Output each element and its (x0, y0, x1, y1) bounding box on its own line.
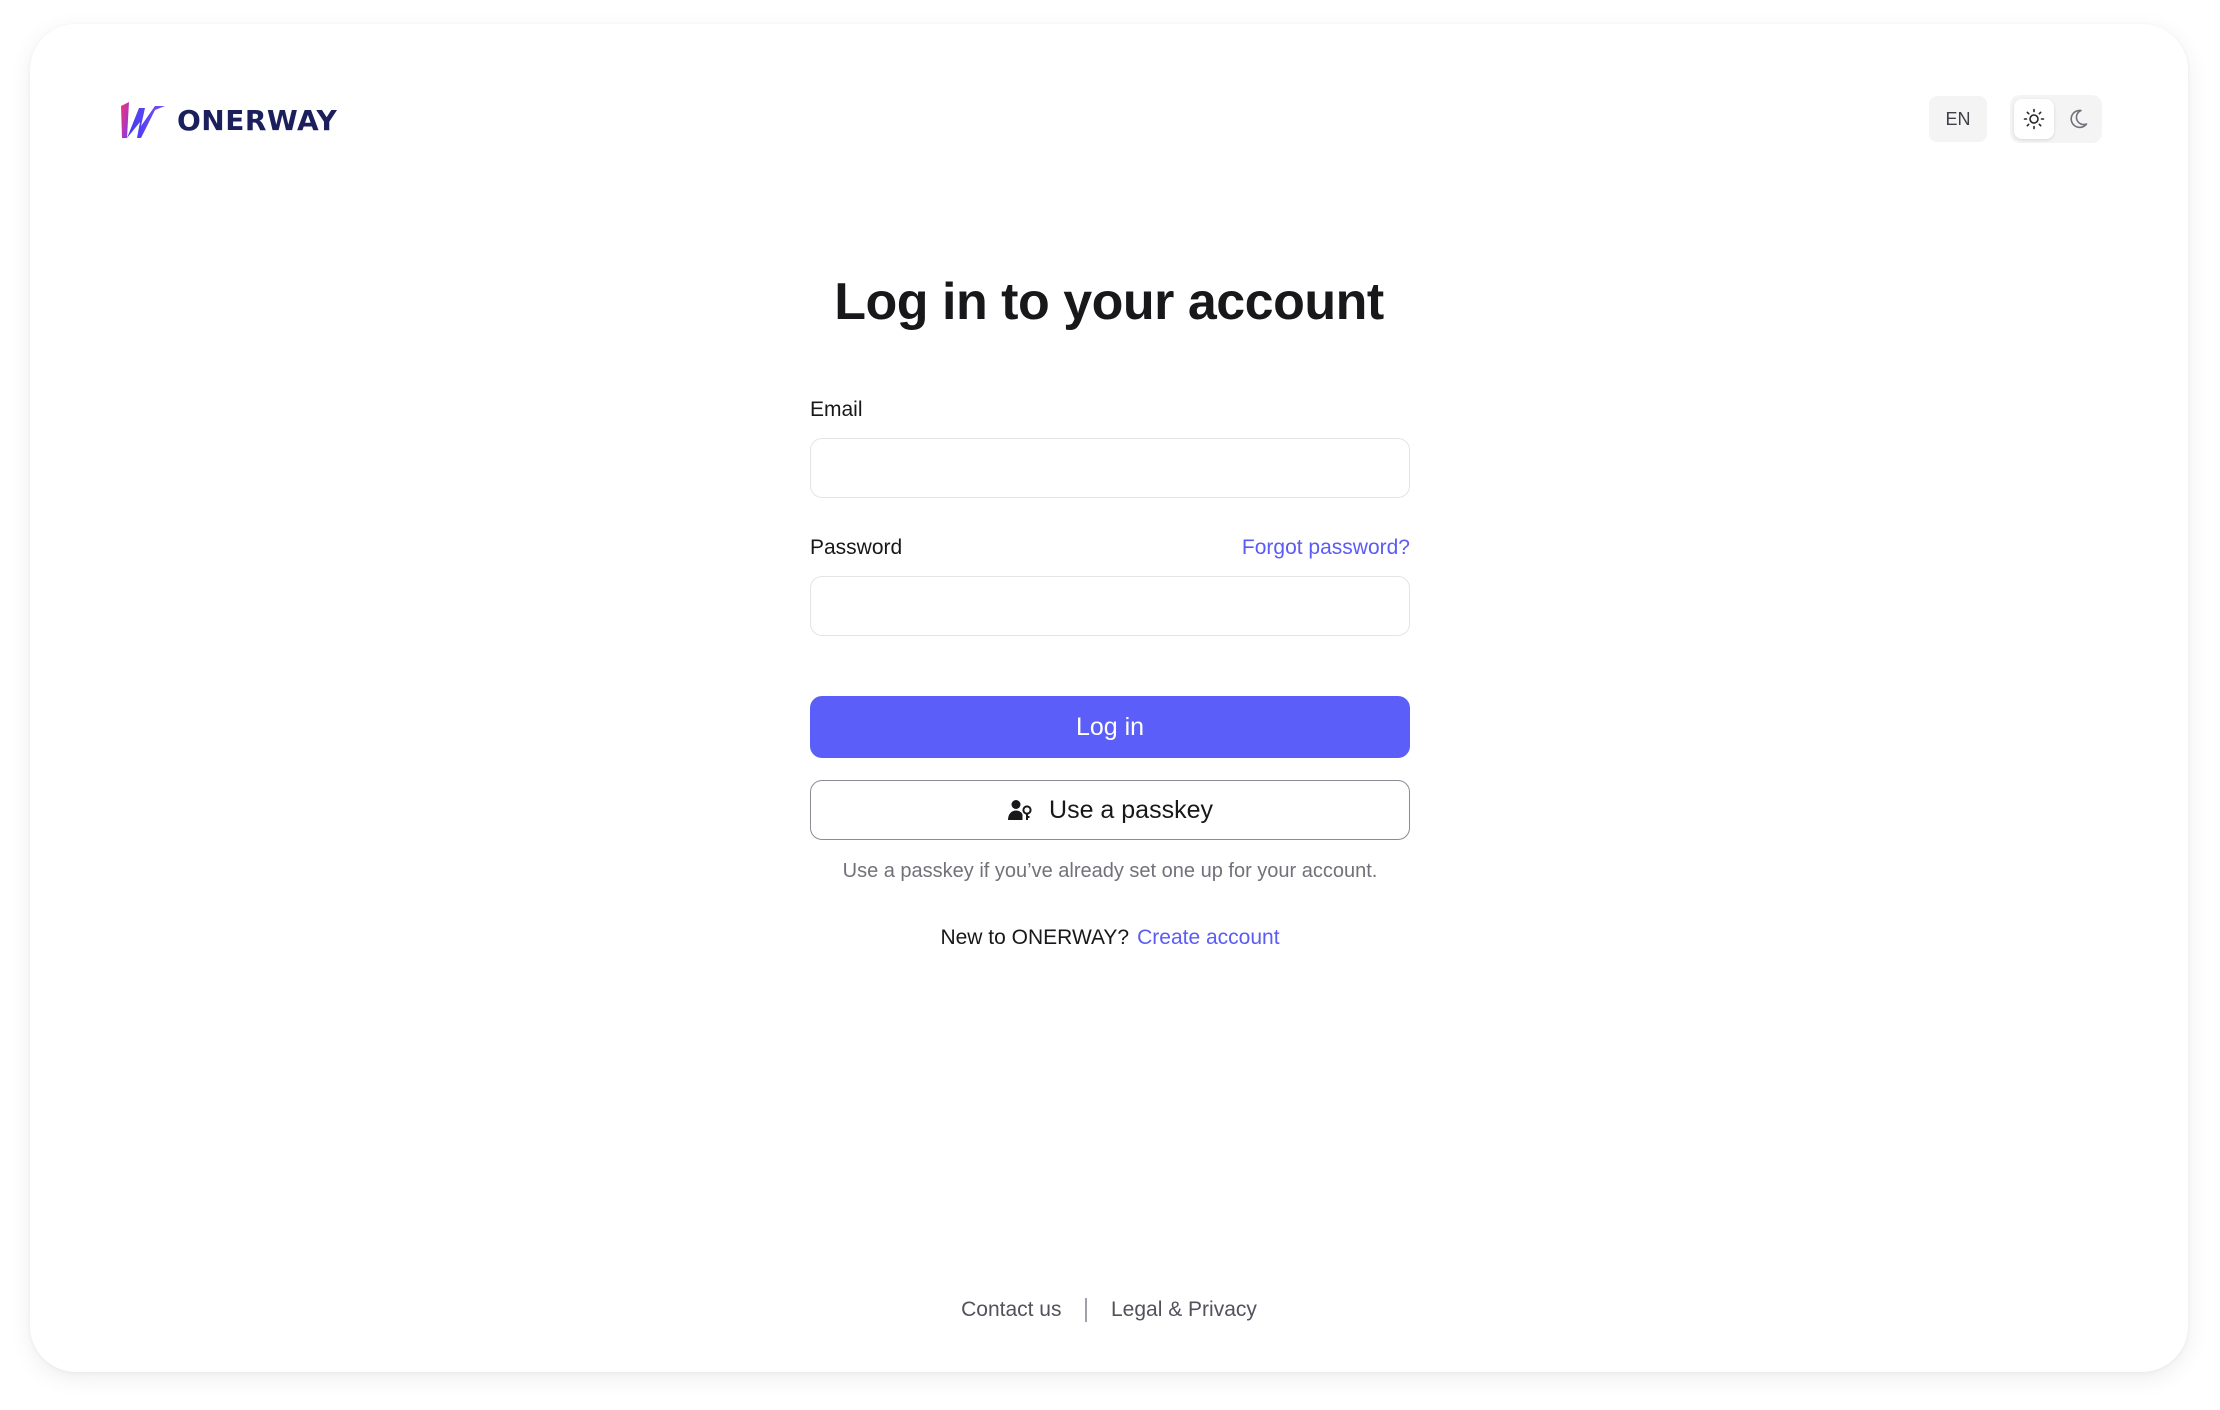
password-input[interactable] (810, 576, 1410, 636)
logo-mark-icon (121, 102, 165, 138)
password-label: Password (810, 536, 903, 559)
footer-divider (1085, 1298, 1087, 1322)
user-key-icon (1008, 800, 1032, 820)
language-button[interactable]: EN (1929, 96, 1987, 142)
email-label: Email (810, 398, 863, 421)
theme-toggle[interactable] (2010, 95, 2102, 143)
legal-privacy-link[interactable]: Legal & Privacy (1111, 1298, 1257, 1322)
login-window: ONERWAY EN Log in to your account Email … (30, 24, 2188, 1372)
contact-us-link[interactable]: Contact us (961, 1298, 1061, 1322)
signup-row: New to ONERWAY? Create account (810, 926, 1410, 950)
create-account-link[interactable]: Create account (1137, 926, 1279, 949)
passkey-button-label: Use a passkey (1049, 795, 1213, 824)
footer: Contact us Legal & Privacy (30, 1298, 2188, 1322)
logo-text: ONERWAY (177, 103, 338, 137)
light-theme-option[interactable] (2014, 99, 2054, 139)
sun-icon (2023, 108, 2045, 130)
passkey-button[interactable]: Use a passkey (810, 780, 1410, 840)
signup-prompt: New to ONERWAY? (940, 926, 1130, 949)
dark-theme-option[interactable] (2058, 99, 2098, 139)
forgot-password-link[interactable]: Forgot password? (1242, 536, 1410, 560)
page-title: Log in to your account (834, 273, 1384, 331)
onerway-logo[interactable]: ONERWAY (119, 100, 337, 140)
passkey-hint: Use a passkey if you’ve already set one … (842, 860, 1378, 882)
email-input[interactable] (810, 438, 1410, 498)
moon-icon (2070, 109, 2088, 129)
login-button[interactable]: Log in (810, 696, 1410, 758)
